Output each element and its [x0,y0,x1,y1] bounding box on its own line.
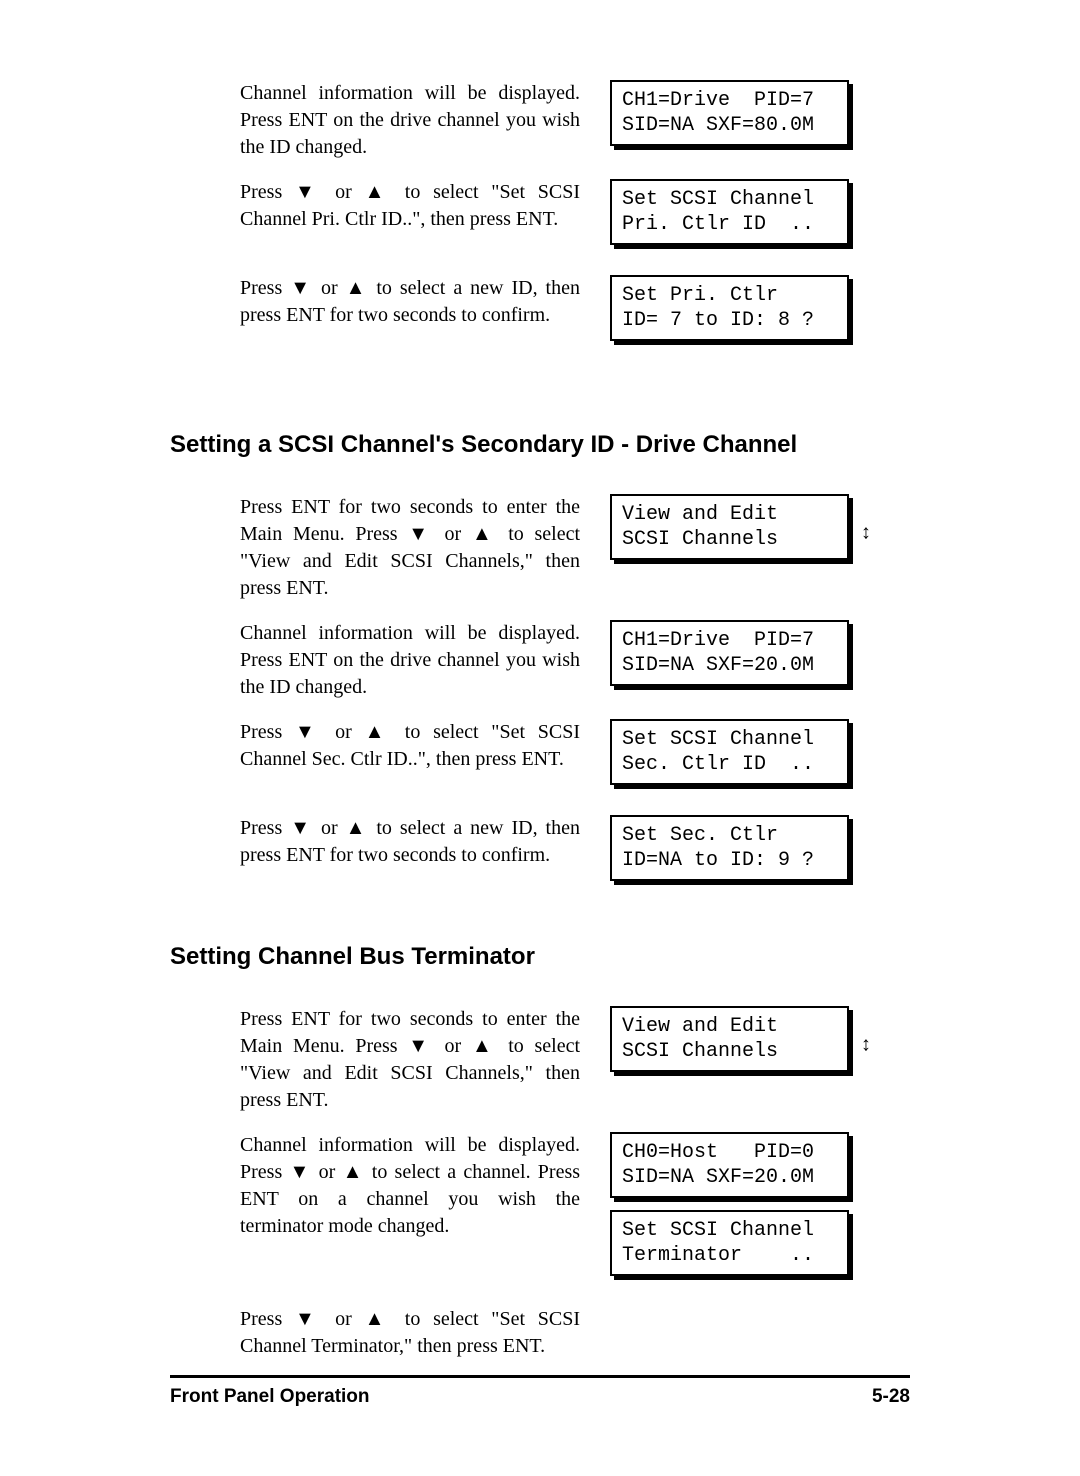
lcd-display: Set SCSI Channel Pri. Ctlr ID .. [610,179,849,245]
display-column: CH1=Drive PID=7 SID=NA SXF=80.0M [610,80,860,158]
step-row: Press ▼ or ▲ to select a new ID, then pr… [170,275,910,353]
triangle-down-icon: ▼ [295,1308,323,1330]
text-part: Press [240,1308,295,1330]
triangle-up-icon: ▲ [346,277,369,299]
section-heading: Setting a SCSI Channel's Secondary ID - … [170,431,910,459]
instruction-text: Press ▼ or ▲ to select "Set SCSI Channel… [170,719,600,773]
instruction-text: Press ▼ or ▲ to select "Set SCSI Channel… [170,179,600,233]
text-part: or [313,817,346,839]
display-column: CH1=Drive PID=7 SID=NA SXF=20.0M [610,620,860,698]
step-row: Press ▼ or ▲ to select "Set SCSI Channel… [170,719,910,797]
step-row: Channel information will be displayed. P… [170,620,910,701]
step-row: Press ▼ or ▲ to select "Set SCSI Channel… [170,179,910,257]
triangle-up-icon: ▲ [346,817,369,839]
text-part: Channel information will be displayed. P… [240,82,580,158]
instruction-text: Channel information will be displayed. P… [170,80,600,161]
instruction-text: Press ▼ or ▲ to select a new ID, then pr… [170,275,600,329]
instruction-text: Channel information will be displayed. P… [170,1132,600,1240]
text-part: or [434,523,472,545]
display-column: Set Pri. Ctlr ID= 7 to ID: 8 ? [610,275,860,353]
triangle-up-icon: ▲ [365,1308,393,1330]
display-column: CH0=Host PID=0 SID=NA SXF=20.0M Set SCSI… [610,1132,860,1288]
display-column: View and Edit SCSI Channels ↕ [610,494,860,572]
instruction-text: Press ▼ or ▲ to select "Set SCSI Channel… [170,1306,600,1360]
text-part: Channel information will be displayed. P… [240,622,580,698]
updown-arrow-icon: ↕ [861,522,871,545]
triangle-down-icon: ▼ [290,817,313,839]
display-column: Set SCSI Channel Pri. Ctlr ID .. [610,179,860,257]
page-content: Channel information will be displayed. P… [0,0,1080,1428]
lcd-display: CH1=Drive PID=7 SID=NA SXF=20.0M [610,620,849,686]
triangle-up-icon: ▲ [365,181,393,203]
display-column: View and Edit SCSI Channels ↕ [610,1006,860,1084]
text-part: or [322,1308,364,1330]
step-row: Channel information will be displayed. P… [170,1132,910,1288]
instruction-text: Press ENT for two seconds to enter the M… [170,494,600,602]
text-part: or [434,1035,472,1057]
triangle-down-icon: ▼ [408,1035,434,1057]
triangle-down-icon: ▼ [408,523,434,545]
step-row: Press ENT for two seconds to enter the M… [170,1006,910,1114]
lcd-display: CH1=Drive PID=7 SID=NA SXF=80.0M [610,80,849,146]
display-column: Set Sec. Ctlr ID=NA to ID: 9 ? [610,815,860,893]
triangle-up-icon: ▲ [365,721,393,743]
text-part: or [322,181,364,203]
instruction-text: Channel information will be displayed. P… [170,620,600,701]
text-part: or [313,277,346,299]
instruction-text: Press ENT for two seconds to enter the M… [170,1006,600,1114]
step-row: Press ▼ or ▲ to select a new ID, then pr… [170,815,910,893]
step-row: Press ▼ or ▲ to select "Set SCSI Channel… [170,1306,910,1360]
triangle-up-icon: ▲ [343,1161,365,1183]
text-part: or [322,721,364,743]
page-footer: Front Panel Operation 5-28 [170,1375,910,1408]
text-part: or [311,1161,342,1183]
instruction-text: Press ▼ or ▲ to select a new ID, then pr… [170,815,600,869]
display-column: Set SCSI Channel Sec. Ctlr ID .. [610,719,860,797]
updown-arrow-icon: ↕ [861,1034,871,1057]
lcd-display: Set SCSI Channel Sec. Ctlr ID .. [610,719,849,785]
triangle-down-icon: ▼ [295,181,323,203]
lcd-display: Set SCSI Channel Terminator .. [610,1210,849,1276]
lcd-display: CH0=Host PID=0 SID=NA SXF=20.0M [610,1132,849,1198]
triangle-up-icon: ▲ [472,1035,498,1057]
lcd-display: Set Sec. Ctlr ID=NA to ID: 9 ? [610,815,849,881]
text-part: Press [240,181,295,203]
footer-right: 5-28 [872,1386,910,1408]
text-part: Press [240,721,295,743]
section-heading: Setting Channel Bus Terminator [170,943,910,971]
triangle-down-icon: ▼ [290,277,313,299]
text-part: Press [240,817,290,839]
step-row: Channel information will be displayed. P… [170,80,910,161]
text-part: Press [240,277,290,299]
lcd-display: View and Edit SCSI Channels [610,1006,849,1072]
triangle-down-icon: ▼ [289,1161,311,1183]
lcd-display: Set Pri. Ctlr ID= 7 to ID: 8 ? [610,275,849,341]
footer-left: Front Panel Operation [170,1386,370,1408]
lcd-display: View and Edit SCSI Channels [610,494,849,560]
triangle-down-icon: ▼ [295,721,323,743]
triangle-up-icon: ▲ [472,523,498,545]
step-row: Press ENT for two seconds to enter the M… [170,494,910,602]
